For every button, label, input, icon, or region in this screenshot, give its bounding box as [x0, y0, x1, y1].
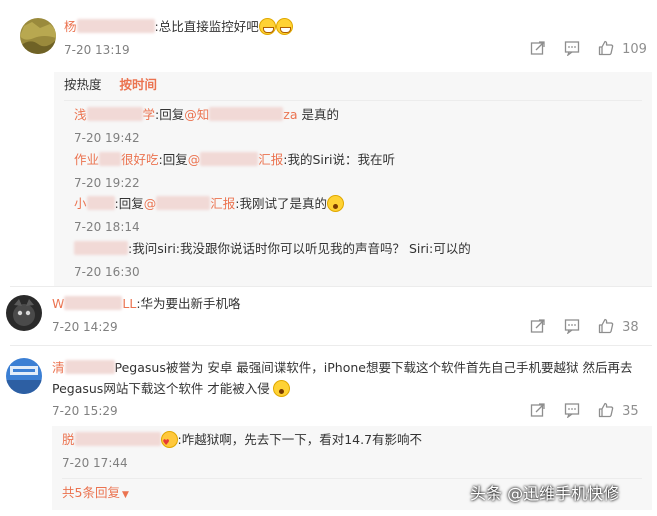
- reply-time: 7-20 19:42: [74, 131, 140, 145]
- watermark: 头条 @迅维手机快修: [470, 484, 620, 503]
- surprised-emoji-icon: [272, 380, 290, 397]
- like-button[interactable]: 109: [598, 40, 647, 57]
- comment-text: :华为要出新手机咯: [136, 296, 241, 311]
- reply-time: 7-20 16:30: [74, 265, 140, 279]
- more-replies-link[interactable]: 共5条回复 ▼: [62, 484, 129, 504]
- reply-username[interactable]: 脱: [62, 432, 75, 447]
- avatar[interactable]: [6, 358, 42, 394]
- avatar[interactable]: [20, 18, 56, 54]
- sort-tabs: 按热度 按时间: [64, 76, 157, 94]
- comment-time: 7-20 15:29: [52, 404, 118, 418]
- reply-time: 7-20 19:22: [74, 176, 140, 190]
- comment-body: 杨 :总比直接监控好吧: [64, 18, 293, 36]
- like-button[interactable]: 38: [598, 318, 639, 335]
- reply-time: 7-20 17:44: [62, 456, 128, 470]
- reply-text: :我刚试了是真的: [235, 196, 327, 211]
- mention-link[interactable]: @: [188, 152, 201, 167]
- thumbs-up-icon: [598, 318, 614, 334]
- comment-text: :总比直接监控好吧: [154, 19, 259, 34]
- caret-down-icon: ▼: [121, 490, 129, 500]
- forward-icon[interactable]: [530, 318, 546, 334]
- reply-text: :我问siri:我没跟你说话时你可以听见我的声音吗？ Siri:可以的: [128, 241, 471, 256]
- reply-username[interactable]: 作业: [74, 152, 99, 167]
- divider: [62, 478, 642, 479]
- reply-body: :我问siri:我没跟你说话时你可以听见我的声音吗？ Siri:可以的: [74, 240, 471, 258]
- reply-text: 是真的: [297, 107, 339, 122]
- mention-link[interactable]: @: [144, 196, 157, 211]
- comment-body: 清 Pegasus被誉为 安卓 最强间谍软件，iPhone想要下载这个软件首先自己…: [52, 359, 632, 377]
- tab-sort-hot[interactable]: 按热度: [64, 77, 102, 92]
- reply-text: :咋越狱啊，先去下一下，看对14.7有影响不: [177, 432, 423, 447]
- comment-username[interactable]: 清: [52, 360, 65, 375]
- reply-body: 脱 :咋越狱啊，先去下一下，看对14.7有影响不: [62, 431, 423, 452]
- reply-body: 浅学:回复@知 za 是真的: [74, 107, 339, 122]
- reply-body: 小:回复@ 汇报:我刚试了是真的: [74, 195, 344, 213]
- comment-username[interactable]: 杨: [64, 19, 77, 34]
- reply-username[interactable]: 小: [74, 196, 87, 211]
- forward-icon[interactable]: [530, 402, 546, 418]
- thumbs-up-icon: [598, 40, 614, 56]
- heart-eyes-emoji-icon: [160, 431, 178, 452]
- like-button[interactable]: 35: [598, 402, 639, 419]
- like-count: 35: [622, 404, 639, 419]
- comment-icon[interactable]: [564, 40, 580, 56]
- comment-text: Pegasus被誉为 安卓 最强间谍软件，iPhone想要下载这个软件首先自己手…: [114, 360, 633, 375]
- comment-body: W LL:华为要出新手机咯: [52, 296, 241, 311]
- comment-time: 7-20 14:29: [52, 320, 118, 334]
- like-count: 109: [622, 42, 647, 57]
- grin-emoji-icon: [275, 18, 293, 35]
- like-count: 38: [622, 320, 639, 335]
- tab-sort-time[interactable]: 按时间: [120, 77, 158, 92]
- avatar[interactable]: [6, 295, 42, 331]
- thumbs-up-icon: [598, 402, 614, 418]
- reply-time: 7-20 18:14: [74, 220, 140, 234]
- divider: [64, 100, 642, 101]
- reply-body: 作业 很好吃:回复@ 汇报:我的Siri说：我在听: [74, 152, 395, 167]
- divider: [10, 345, 652, 346]
- comment-actions: [530, 40, 546, 57]
- surprised-emoji-icon: [326, 195, 344, 212]
- reply-username[interactable]: 浅: [74, 107, 87, 122]
- comment-time: 7-20 13:19: [64, 43, 130, 57]
- comment-icon[interactable]: [564, 318, 580, 334]
- grin-emoji-icon: [258, 18, 276, 35]
- comment-body-line2: Pegasus网站下载这个软件 才能被入侵: [52, 380, 290, 398]
- comment-icon[interactable]: [564, 402, 580, 418]
- comment-username[interactable]: W: [52, 296, 64, 311]
- forward-icon[interactable]: [530, 40, 546, 56]
- reply-text: :我的Siri说：我在听: [283, 152, 395, 167]
- divider: [10, 286, 652, 287]
- mention-link[interactable]: @知: [184, 107, 209, 122]
